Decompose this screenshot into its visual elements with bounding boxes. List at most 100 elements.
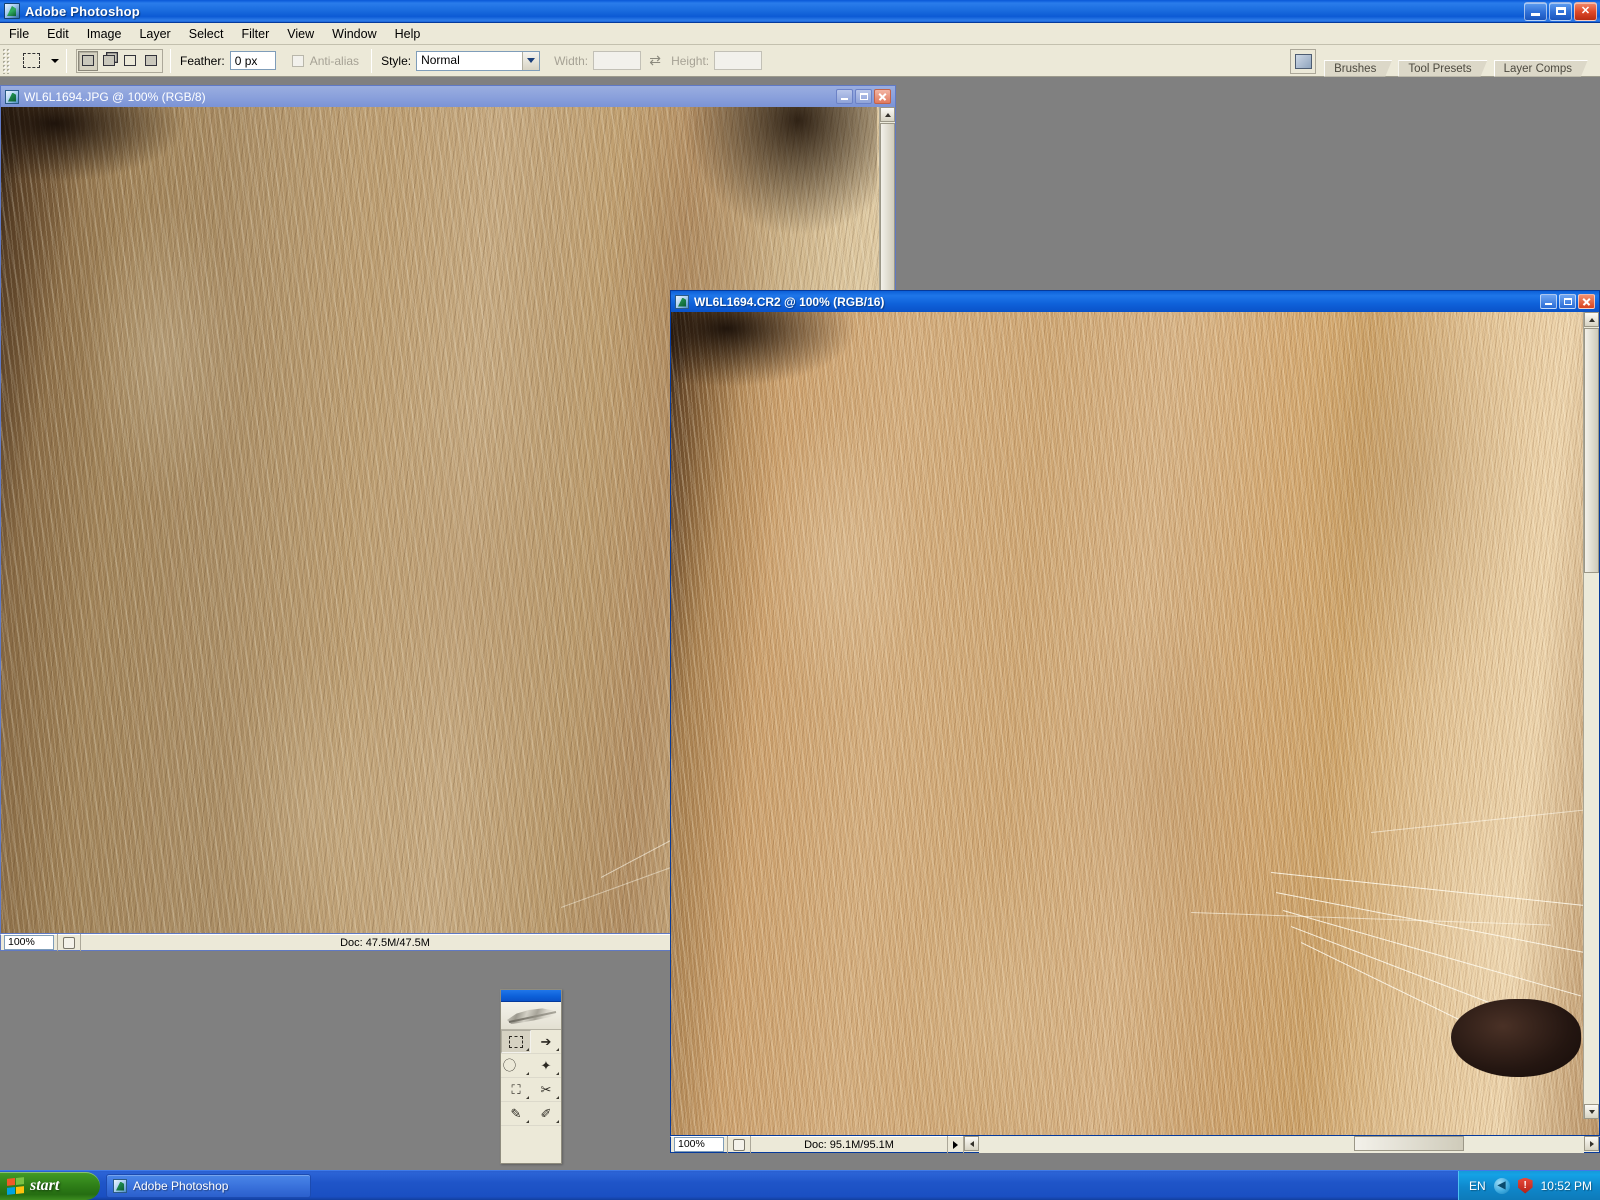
tool-slice[interactable]: ✂ xyxy=(531,1078,561,1102)
document-icon xyxy=(675,294,689,309)
options-separator-3 xyxy=(371,48,373,73)
document-title-bar-cr2[interactable]: WL6L1694.CR2 @ 100% (RGB/16) xyxy=(670,290,1600,312)
tool-magic-wand[interactable]: ✦ xyxy=(531,1054,561,1078)
application-title: Adobe Photoshop xyxy=(25,3,140,19)
menu-file[interactable]: File xyxy=(0,25,38,43)
application-title-bar[interactable]: Adobe Photoshop ✕ xyxy=(0,0,1600,23)
scroll-up-button-cr2[interactable] xyxy=(1584,312,1599,327)
menu-layer[interactable]: Layer xyxy=(130,25,179,43)
whiskers-cr2 xyxy=(671,312,1599,1135)
document-size-cr2: Doc: 95.1M/95.1M xyxy=(750,1136,947,1153)
tool-crop[interactable]: ⛶ xyxy=(501,1078,531,1102)
status-proxy-cell-cr2[interactable] xyxy=(727,1136,750,1153)
doc-maximize-button-cr2[interactable] xyxy=(1559,294,1576,309)
menu-filter[interactable]: Filter xyxy=(232,25,278,43)
status-menu-button-cr2[interactable] xyxy=(947,1136,963,1153)
tool-brush[interactable]: ✐ xyxy=(531,1102,561,1126)
tool-preset-chevron-down-icon[interactable] xyxy=(51,58,59,63)
document-window-controls-cr2 xyxy=(1540,294,1597,309)
rectangular-marquee-icon xyxy=(22,53,40,68)
photoshop-workspace: WL6L1694.JPG @ 100% (RGB/8) 100% Doc: 47… xyxy=(0,77,1600,1170)
document-title-jpg: WL6L1694.JPG @ 100% (RGB/8) xyxy=(24,89,206,104)
palette-tab-brushes[interactable]: Brushes xyxy=(1324,60,1392,77)
scroll-right-button-cr2[interactable] xyxy=(1584,1136,1599,1151)
add-to-selection-button[interactable] xyxy=(99,50,119,71)
anti-alias-checkbox[interactable] xyxy=(291,54,304,67)
anti-alias-label: Anti-alias xyxy=(309,53,360,68)
doc-close-button-jpg[interactable] xyxy=(874,89,891,104)
tools-palette[interactable]: ➔ ⃝ ✦ ⛶ ✂ ✎ ✐ xyxy=(500,989,562,1164)
style-chevron-down-icon[interactable] xyxy=(522,51,540,70)
doc-minimize-button-jpg[interactable] xyxy=(836,89,853,104)
menu-view[interactable]: View xyxy=(278,25,323,43)
height-label: Height: xyxy=(671,53,710,68)
scroll-down-button-cr2[interactable] xyxy=(1584,1104,1599,1119)
palette-well: Brushes Tool Presets Layer Comps xyxy=(1290,45,1600,77)
preview-thumbnail-icon-cr2 xyxy=(733,1138,745,1151)
style-label: Style: xyxy=(381,53,412,68)
security-shield-icon[interactable]: ! xyxy=(1517,1177,1533,1194)
document-size-jpg: Doc: 47.5M/47.5M xyxy=(80,934,689,951)
tools-palette-title-bar[interactable] xyxy=(501,990,561,1002)
document-canvas-cr2[interactable] xyxy=(670,312,1600,1136)
tools-grid: ➔ ⃝ ✦ ⛶ ✂ ✎ ✐ xyxy=(501,1030,561,1126)
doc-minimize-button-cr2[interactable] xyxy=(1540,294,1557,309)
height-input[interactable] xyxy=(714,51,763,70)
document-window-controls-jpg xyxy=(836,89,893,104)
scroll-left-button-cr2[interactable] xyxy=(964,1136,979,1151)
zoom-level-jpg[interactable]: 100% xyxy=(4,935,54,950)
tool-lasso[interactable]: ⃝ xyxy=(501,1054,531,1078)
tool-rectangular-marquee[interactable] xyxy=(501,1030,531,1054)
tool-options-bar: Feather: 0 px Anti-alias Style: Normal W… xyxy=(0,45,1600,77)
menu-window[interactable]: Window xyxy=(323,25,385,43)
tray-language-indicator[interactable]: EN xyxy=(1469,1179,1486,1193)
menu-help[interactable]: Help xyxy=(386,25,430,43)
app-close-button[interactable]: ✕ xyxy=(1574,1,1597,21)
system-tray: EN ◀ ! 10:52 PM xyxy=(1457,1170,1600,1200)
app-maximize-button[interactable] xyxy=(1549,1,1572,21)
app-minimize-button[interactable] xyxy=(1524,1,1547,21)
document-title-bar-jpg[interactable]: WL6L1694.JPG @ 100% (RGB/8) xyxy=(0,85,896,107)
tool-move[interactable]: ➔ xyxy=(531,1030,561,1054)
feather-logo-icon xyxy=(501,1002,561,1030)
palette-tab-tool-presets[interactable]: Tool Presets xyxy=(1398,60,1487,77)
width-input[interactable] xyxy=(593,51,642,70)
options-separator-2 xyxy=(170,48,171,73)
palette-tab-layer-comps[interactable]: Layer Comps xyxy=(1494,60,1588,77)
photoshop-logo-icon xyxy=(4,3,20,19)
feather-input[interactable]: 0 px xyxy=(229,51,276,70)
show-hidden-icons-chevron[interactable]: ◀ xyxy=(1493,1177,1510,1194)
options-bar-drag-grip[interactable] xyxy=(2,47,11,74)
taskbar-item-adobe-photoshop[interactable]: Adobe Photoshop xyxy=(106,1173,311,1198)
width-label: Width: xyxy=(554,53,589,68)
start-button[interactable]: start xyxy=(0,1171,100,1200)
zoom-level-cr2[interactable]: 100% xyxy=(674,1137,724,1152)
anti-alias-control[interactable]: Anti-alias xyxy=(291,53,364,68)
menu-image[interactable]: Image xyxy=(78,25,131,43)
photoshop-taskbar-icon xyxy=(113,1178,127,1193)
style-select[interactable]: Normal xyxy=(416,50,541,71)
new-selection-button[interactable] xyxy=(78,50,98,71)
doc-maximize-button-jpg[interactable] xyxy=(855,89,872,104)
horizontal-scrollbar-cr2[interactable] xyxy=(963,1136,1599,1153)
scroll-thumb-vertical-cr2[interactable] xyxy=(1584,328,1599,573)
swap-dimensions-icon[interactable]: ⇄ xyxy=(647,52,663,69)
tool-healing-brush[interactable]: ✎ xyxy=(501,1102,531,1126)
intersect-with-selection-button[interactable] xyxy=(141,50,161,71)
palette-well-icon[interactable] xyxy=(1290,48,1317,74)
subtract-from-selection-button[interactable] xyxy=(120,50,140,71)
options-separator-1 xyxy=(66,48,67,73)
status-proxy-cell-jpg[interactable] xyxy=(57,934,80,951)
doc-close-button-cr2[interactable] xyxy=(1578,294,1595,309)
scroll-up-button-jpg[interactable] xyxy=(880,107,895,122)
menu-select[interactable]: Select xyxy=(180,25,233,43)
tray-clock[interactable]: 10:52 PM xyxy=(1541,1179,1592,1193)
scroll-thumb-horizontal-cr2[interactable] xyxy=(1354,1136,1464,1151)
menu-edit[interactable]: Edit xyxy=(38,25,78,43)
taskbar-item-label: Adobe Photoshop xyxy=(133,1178,229,1193)
document-status-bar-cr2: 100% Doc: 95.1M/95.1M xyxy=(670,1136,1600,1153)
start-label: start xyxy=(30,1176,60,1194)
canvas-vertical-scrollbar-cr2[interactable] xyxy=(1583,312,1599,1119)
tool-preset-picker[interactable] xyxy=(17,47,45,74)
document-window-cr2[interactable]: WL6L1694.CR2 @ 100% (RGB/16) 100% Doc: 9… xyxy=(670,290,1600,1170)
